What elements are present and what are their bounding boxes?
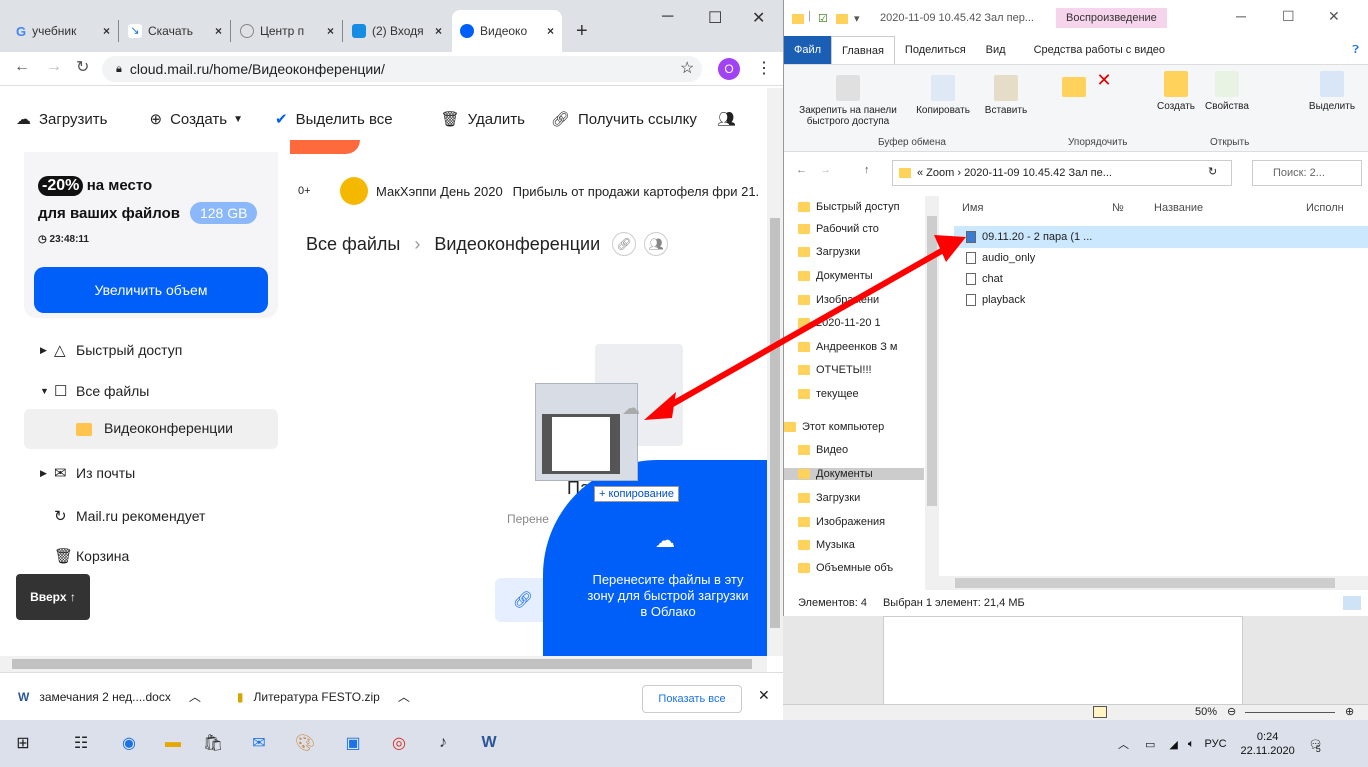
edge-icon[interactable]: ◉ <box>114 728 144 758</box>
time: 0:24 <box>1256 731 1279 743</box>
volume-icon[interactable]: 🔈︎ <box>1188 738 1195 751</box>
windows-start-icon[interactable]: ⊞ <box>8 728 38 758</box>
paint-icon[interactable]: 🎨︎ <box>290 728 320 758</box>
red-arrow-annotation <box>644 235 966 420</box>
task-view-icon[interactable]: ☷ <box>66 728 96 758</box>
sound-app-icon[interactable]: ♪ <box>428 728 458 758</box>
mail-app-icon[interactable]: ✉ <box>244 728 274 758</box>
store-icon[interactable]: 🛍︎ <box>198 728 228 758</box>
system-tray: ︿ ▭ ◢ 🔈︎ РУС 0:24 22.11.2020 💬︎ 5 <box>1110 726 1368 762</box>
arrowhead-left <box>644 392 676 420</box>
file-explorer-icon[interactable]: ▬ <box>158 728 188 758</box>
notification-count: 5 <box>1315 743 1321 754</box>
taskbar: ⊞ ☷ ◉ ▬ 🛍︎ ✉ 🎨︎ ▣ ◎ ♪ W ︿ ▭ ◢ 🔈︎ РУС 0:2… <box>0 720 1368 767</box>
clock[interactable]: 0:24 22.11.2020 <box>1241 730 1295 758</box>
arrow-line <box>660 242 954 413</box>
network-icon[interactable]: ▭ <box>1145 738 1155 751</box>
language-indicator[interactable]: РУС <box>1204 738 1226 750</box>
chrome-icon[interactable]: ◎ <box>384 728 414 758</box>
word-app-icon[interactable]: W <box>474 728 504 758</box>
tray-chevron-icon[interactable]: ︿ <box>1118 736 1129 752</box>
zoom-app-icon[interactable]: ▣ <box>338 728 368 758</box>
date: 22.11.2020 <box>1240 745 1295 757</box>
arrowhead-right <box>934 235 966 262</box>
notification-icon[interactable]: 💬︎ 5 <box>1309 738 1323 754</box>
wifi-icon[interactable]: ◢ <box>1169 738 1177 751</box>
